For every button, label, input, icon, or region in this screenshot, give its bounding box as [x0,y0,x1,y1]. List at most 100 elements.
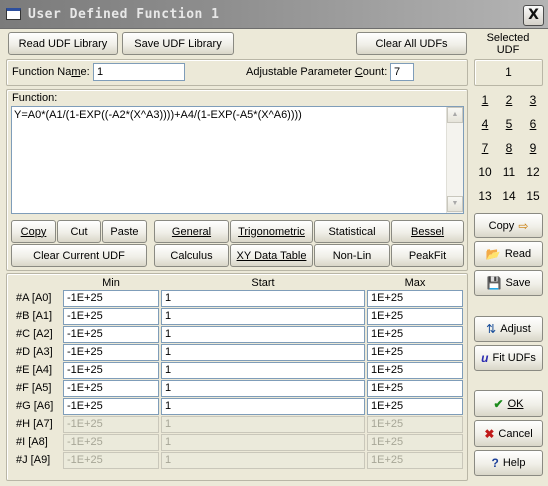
read-label: Read [504,248,532,260]
general-button[interactable]: General [154,220,229,243]
statistical-label: Statistical [328,225,376,238]
param-max-input[interactable]: 1E+25 [367,362,463,379]
xy-data-table-button[interactable]: XY Data Table [230,244,313,267]
ok-button[interactable]: ✔ OK [474,390,543,417]
save-udf-library-button[interactable]: Save UDF Library [122,32,234,55]
function-name-input[interactable]: 1 [93,63,185,81]
read-udf-library-label: Read UDF Library [18,37,108,50]
udf-number-15-button[interactable]: 15 [522,185,544,207]
save-button[interactable]: 💾 Save [474,270,543,296]
param-row-label: #H [A7] [16,418,53,430]
calculus-label: Calculus [170,249,213,262]
help-label: Help [502,457,526,469]
param-count-input[interactable]: 7 [390,63,414,81]
adjust-button[interactable]: ⇅ Adjust [474,316,543,342]
param-start-input[interactable]: 1 [161,308,365,325]
param-max-input[interactable]: 1E+25 [367,398,463,415]
scroll-up-icon[interactable]: ▲ [447,107,463,123]
cancel-label: Cancel [498,427,533,440]
bessel-button[interactable]: Bessel [391,220,464,243]
non-lin-button[interactable]: Non-Lin [314,244,390,267]
fit-udfs-button[interactable]: u Fit UDFs [474,345,543,371]
clear-current-udf-button[interactable]: Clear Current UDF [11,244,147,267]
copy-label: Copy [20,225,47,238]
param-start-input[interactable]: 1 [161,398,365,415]
param-min-input: -1E+25 [63,434,159,451]
selected-udf-value: 1 [474,59,543,86]
udf-number-1-button[interactable]: 1 [474,89,496,111]
param-min-input: -1E+25 [63,416,159,433]
param-row-label: #G [A6] [16,400,54,412]
min-column-header: Min [102,277,120,289]
cut-label: Cut [70,225,88,238]
floppy-disk-icon: 💾 [486,276,502,290]
param-min-input[interactable]: -1E+25 [63,362,159,379]
param-start-input[interactable]: 1 [161,344,365,361]
save-udf-library-label: Save UDF Library [134,37,222,50]
udf-number-13-button[interactable]: 13 [474,185,496,207]
udf-number-14-button[interactable]: 14 [498,185,520,207]
selected-udf-label: Selected UDF [472,32,544,56]
param-max-input[interactable]: 1E+25 [367,380,463,397]
max-column-header: Max [404,277,426,289]
function-scrollbar[interactable]: ▲ ▼ [446,107,463,213]
window-title: User Defined Function 1 [28,7,220,22]
cut-button[interactable]: Cut [57,220,101,243]
udf-number-7-button[interactable]: 7 [474,137,496,159]
statistical-button[interactable]: Statistical [314,220,390,243]
copy-button[interactable]: Copy [11,220,56,243]
param-max-input[interactable]: 1E+25 [367,326,463,343]
param-row-label: #I [A8] [16,436,48,448]
param-min-input[interactable]: -1E+25 [63,380,159,397]
cancel-button[interactable]: ✖ Cancel [474,420,543,447]
param-min-input[interactable]: -1E+25 [63,308,159,325]
bessel-label: Bessel [410,225,445,238]
close-button[interactable]: X [523,5,544,26]
udf-number-10-button[interactable]: 10 [474,161,496,183]
param-start-input[interactable]: 1 [161,362,365,379]
peakfit-button[interactable]: PeakFit [391,244,464,267]
question-mark-icon: ? [491,456,499,470]
ok-label: OK [507,397,524,410]
adjust-label: Adjust [500,323,531,335]
param-min-input[interactable]: -1E+25 [63,398,159,415]
param-min-input[interactable]: -1E+25 [63,290,159,307]
clear-all-udfs-button[interactable]: Clear All UDFs [356,32,467,55]
param-min-input: -1E+25 [63,452,159,469]
udf-number-2-button[interactable]: 2 [498,89,520,111]
udf-number-6-button[interactable]: 6 [522,113,544,135]
param-max-input[interactable]: 1E+25 [367,308,463,325]
calculus-button[interactable]: Calculus [154,244,229,267]
param-row-label: #B [A1] [16,310,53,322]
param-count-label: Adjustable Parameter Count: [246,66,388,78]
param-max-input[interactable]: 1E+25 [367,344,463,361]
side-copy-button[interactable]: Copy ⇨ [474,213,543,238]
udf-number-11-button[interactable]: 11 [498,161,520,183]
function-textarea[interactable]: Y=A0*(A1/(1-EXP((-A2*(X^A3))))+A4/(1-EXP… [11,106,464,214]
read-button[interactable]: 📂 Read [474,241,543,267]
check-icon: ✔ [493,396,504,411]
param-start-input: 1 [161,434,365,451]
udf-number-3-button[interactable]: 3 [522,89,544,111]
udf-number-4-button[interactable]: 4 [474,113,496,135]
param-start-input[interactable]: 1 [161,326,365,343]
param-start-input[interactable]: 1 [161,380,365,397]
scroll-down-icon[interactable]: ▼ [447,196,463,212]
param-min-input[interactable]: -1E+25 [63,344,159,361]
udf-number-5-button[interactable]: 5 [498,113,520,135]
help-button[interactable]: ? Help [474,450,543,476]
param-min-input[interactable]: -1E+25 [63,326,159,343]
read-udf-library-button[interactable]: Read UDF Library [8,32,118,55]
param-row-label: #E [A4] [16,364,53,376]
paste-button[interactable]: Paste [102,220,147,243]
u-symbol-icon: u [481,351,489,365]
window-icon [6,8,21,20]
param-start-input[interactable]: 1 [161,290,365,307]
udf-number-8-button[interactable]: 8 [498,137,520,159]
udf-number-12-button[interactable]: 12 [522,161,544,183]
trigonometric-button[interactable]: Trigonometric [230,220,313,243]
param-start-input: 1 [161,452,365,469]
param-max-input[interactable]: 1E+25 [367,290,463,307]
paste-label: Paste [110,225,139,238]
udf-number-9-button[interactable]: 9 [522,137,544,159]
